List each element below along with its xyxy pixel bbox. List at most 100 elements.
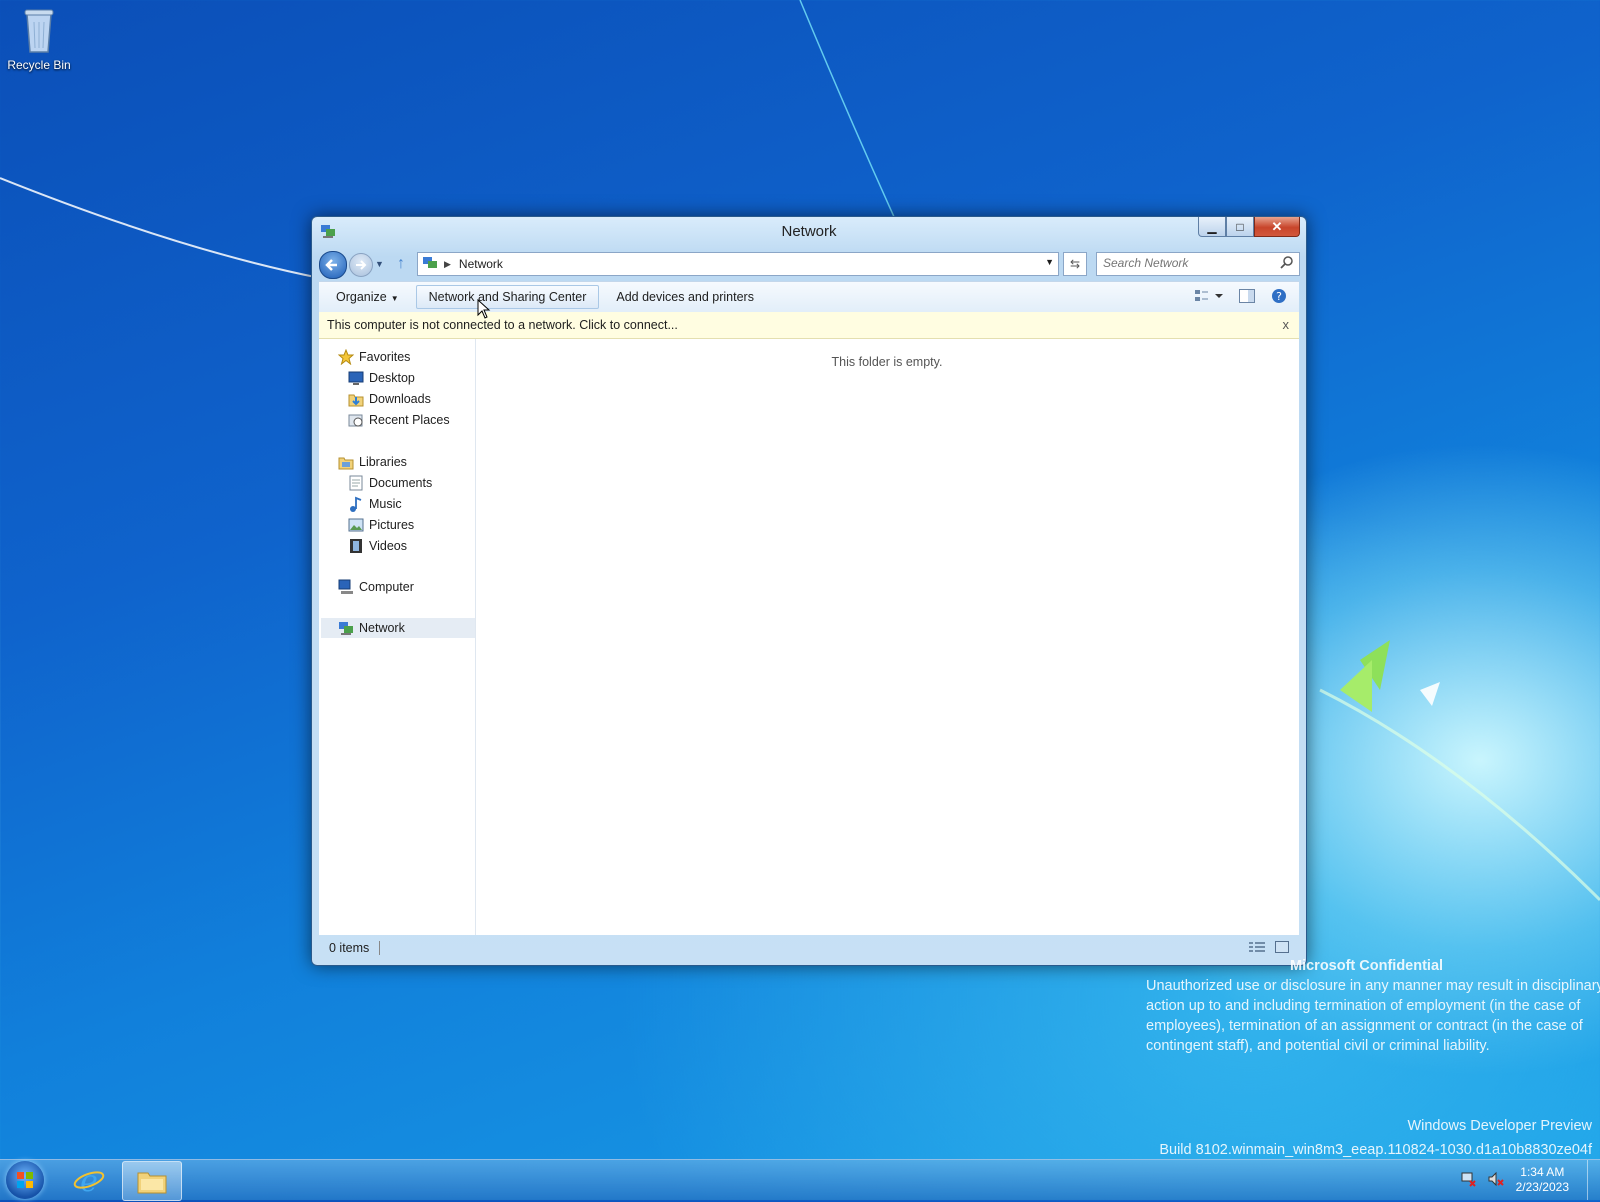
status-bar: 0 items xyxy=(319,935,1299,961)
internet-explorer-button[interactable]: e xyxy=(60,1161,118,1199)
network-icon xyxy=(337,620,355,636)
clock-date: 2/23/2023 xyxy=(1515,1180,1569,1194)
add-devices-button[interactable]: Add devices and printers xyxy=(603,285,767,309)
forward-button[interactable] xyxy=(349,253,373,277)
explorer-window: Network ▁ □ ✕ ▼ ↑ ▶ Network ▼ ⇆ Search N… xyxy=(311,216,1307,966)
libraries-icon xyxy=(337,454,355,470)
minimize-button[interactable]: ▁ xyxy=(1198,217,1226,237)
refresh-button[interactable]: ⇆ xyxy=(1063,252,1087,276)
maximize-icon: □ xyxy=(1236,219,1244,234)
mouse-pointer-icon xyxy=(477,299,491,319)
system-tray: 1:34 AM 2/23/2023 xyxy=(1460,1160,1600,1200)
taskbar: e 1:34 AM 2/23/2023 xyxy=(0,1159,1600,1201)
info-bar-message[interactable]: This computer is not connected to a netw… xyxy=(327,318,678,332)
search-box[interactable] xyxy=(1096,252,1300,276)
nav-item-libraries[interactable]: Libraries xyxy=(337,452,407,472)
watermark-title: Microsoft Confidential xyxy=(1290,958,1444,974)
documents-icon xyxy=(347,475,365,491)
organize-label: Organize xyxy=(336,290,387,304)
details-view-icon[interactable] xyxy=(1249,941,1265,956)
show-desktop-button[interactable] xyxy=(1587,1160,1600,1200)
recycle-bin-shortcut[interactable]: Recycle Bin xyxy=(4,6,74,72)
search-icon xyxy=(1280,256,1294,273)
nav-item-label: Computer xyxy=(359,580,414,594)
watermark-build: Build 8102.winmain_win8m3_eeap.110824-10… xyxy=(1159,1142,1592,1158)
nav-item-label: Favorites xyxy=(359,350,411,364)
downloads-icon xyxy=(347,391,365,407)
recent-places-icon xyxy=(347,412,365,428)
chevron-down-icon: ▼ xyxy=(390,294,399,303)
nav-item-music[interactable]: Music xyxy=(347,494,402,514)
nav-item-favorites[interactable]: Favorites xyxy=(337,347,410,367)
watermark-body: Unauthorized use or disclosure in any ma… xyxy=(1146,978,1600,1054)
star-icon xyxy=(337,349,355,365)
nav-item-documents[interactable]: Documents xyxy=(347,473,432,493)
maximize-button[interactable]: □ xyxy=(1226,217,1254,237)
empty-folder-message: This folder is empty. xyxy=(831,355,943,369)
recycle-bin-icon xyxy=(19,6,59,54)
content-area: Favorites Desktop Downloads Recent Place… xyxy=(319,339,1299,935)
nav-item-label: Pictures xyxy=(369,518,415,532)
folder-icon xyxy=(137,1172,167,1194)
computer-icon xyxy=(337,579,355,595)
desktop-icon xyxy=(347,371,365,385)
file-explorer-button[interactable] xyxy=(122,1161,182,1201)
breadcrumb-network[interactable]: Network xyxy=(459,257,503,271)
info-bar[interactable]: This computer is not connected to a netw… xyxy=(319,312,1299,339)
nav-item-computer[interactable]: Computer xyxy=(337,577,414,597)
svg-text:e: e xyxy=(80,1164,98,1196)
nav-item-desktop[interactable]: Desktop xyxy=(347,368,415,388)
title-bar[interactable]: Network ▁ □ ✕ xyxy=(312,217,1306,247)
nav-item-pictures[interactable]: Pictures xyxy=(347,515,414,535)
nav-item-videos[interactable]: Videos xyxy=(347,536,407,556)
network-icon xyxy=(422,255,438,274)
start-button[interactable] xyxy=(6,1161,44,1199)
volume-muted-icon[interactable] xyxy=(1488,1171,1504,1190)
address-bar[interactable]: ▶ Network ▼ xyxy=(417,252,1059,276)
search-input[interactable] xyxy=(1097,253,1279,273)
breadcrumb-separator-icon[interactable]: ▶ xyxy=(444,259,451,270)
large-icons-view-icon[interactable] xyxy=(1275,940,1289,956)
back-button[interactable] xyxy=(319,251,347,279)
network-status-icon[interactable] xyxy=(1460,1171,1476,1190)
svg-text:?: ? xyxy=(1276,290,1282,303)
nav-item-label: Documents xyxy=(369,476,433,490)
address-history-dropdown[interactable]: ▼ xyxy=(1045,257,1054,267)
item-count: 0 items xyxy=(319,941,381,955)
nav-item-label: Music xyxy=(369,497,402,511)
recycle-bin-label: Recycle Bin xyxy=(7,58,71,72)
nav-item-label: Recent Places xyxy=(369,413,450,427)
nav-item-network[interactable]: Network xyxy=(321,618,475,638)
up-arrow-icon[interactable]: ↑ xyxy=(397,255,405,273)
nav-item-recent-places[interactable]: Recent Places xyxy=(347,410,450,430)
close-icon: ✕ xyxy=(1271,218,1283,234)
organize-menu[interactable]: Organize ▼ xyxy=(323,285,412,309)
internet-explorer-icon: e xyxy=(73,1164,105,1196)
minimize-icon: ▁ xyxy=(1207,219,1217,234)
refresh-icon: ⇆ xyxy=(1069,257,1081,271)
clock-time: 1:34 AM xyxy=(1520,1165,1565,1179)
nav-item-label: Network xyxy=(359,621,405,635)
nav-item-label: Videos xyxy=(369,539,407,553)
navigation-bar: ▼ ↑ ▶ Network ▼ ⇆ xyxy=(319,251,1300,279)
info-bar-close-button[interactable]: x xyxy=(1283,317,1290,332)
watermark-edition: Windows Developer Preview xyxy=(1407,1118,1592,1134)
change-view-icon[interactable] xyxy=(1195,289,1223,306)
preview-pane-icon[interactable] xyxy=(1239,288,1255,306)
music-note-icon xyxy=(347,496,365,512)
back-arrow-icon xyxy=(325,259,337,271)
nav-item-label: Libraries xyxy=(359,455,407,469)
recent-pages-dropdown[interactable]: ▼ xyxy=(375,259,384,269)
close-button[interactable]: ✕ xyxy=(1254,217,1300,237)
film-strip-icon xyxy=(347,538,365,554)
pictures-icon xyxy=(347,518,365,532)
network-sharing-center-button[interactable]: Network and Sharing Center xyxy=(415,285,600,309)
forward-arrow-icon xyxy=(356,260,367,270)
clock[interactable]: 1:34 AM 2/23/2023 xyxy=(1516,1165,1569,1195)
nav-item-downloads[interactable]: Downloads xyxy=(347,389,431,409)
help-icon[interactable]: ? xyxy=(1271,288,1287,307)
command-bar: Organize ▼ Network and Sharing Center Add… xyxy=(319,281,1299,313)
windows-logo-icon xyxy=(17,1172,33,1188)
window-title: Network xyxy=(781,223,837,240)
nav-item-label: Desktop xyxy=(369,371,415,385)
